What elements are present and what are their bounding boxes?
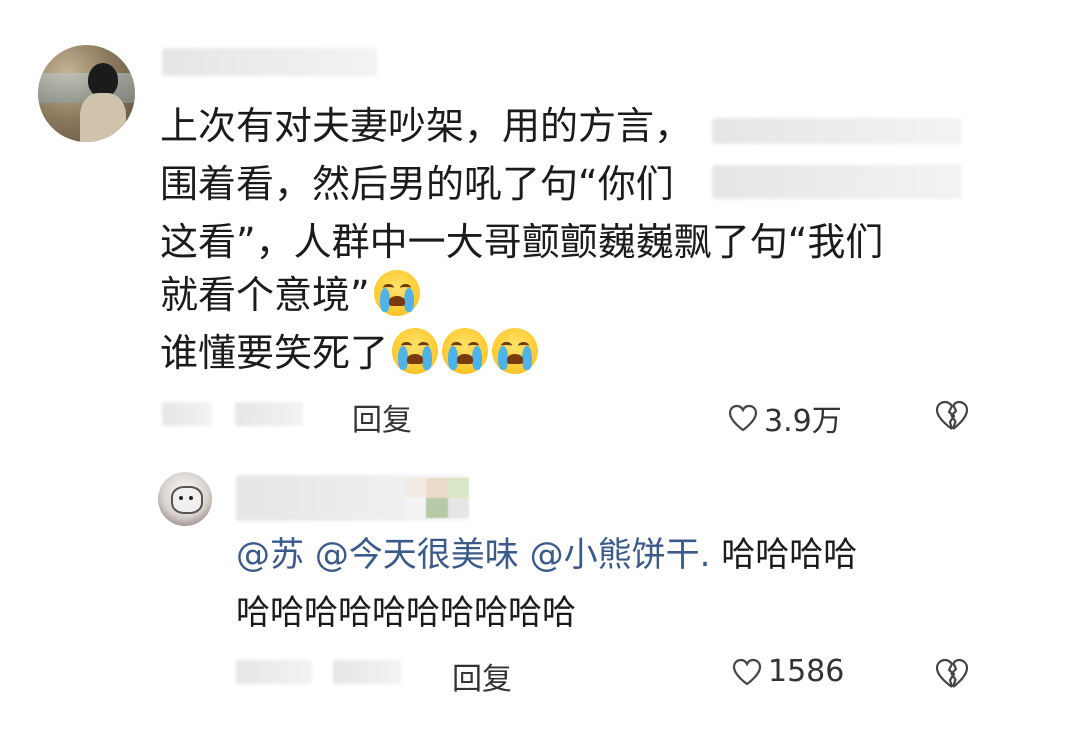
redacted-text-block	[712, 165, 962, 199]
commenter-name-redacted[interactable]	[162, 48, 377, 76]
comment-line-text: 就看个意境”	[160, 273, 370, 317]
commenter-avatar[interactable]	[38, 45, 135, 142]
crying-face-emoji	[373, 270, 420, 316]
like-button[interactable]: 1586	[732, 654, 844, 689]
comment-location-redacted	[235, 402, 303, 426]
avatar-figure-body	[80, 93, 126, 142]
comment-line: 围着看，然后男的吼了句“你们	[160, 162, 674, 206]
reply-line-1: @苏 @今天很美味 @小熊饼干. 哈哈哈哈	[236, 530, 857, 580]
comment-line: 这看”，人群中一大哥颤颤巍巍飘了句“我们	[160, 220, 884, 264]
crying-face-emoji	[392, 328, 439, 374]
broken-heart-icon[interactable]	[934, 400, 970, 432]
replier-avatar[interactable]	[158, 472, 212, 526]
heart-outline-icon	[728, 404, 758, 432]
comment-line-text: 谁懂要笑死了	[160, 331, 389, 375]
like-button[interactable]: 3.9万	[728, 396, 842, 440]
reply-button[interactable]: 回复	[352, 395, 412, 439]
avatar-figure-head	[88, 63, 118, 97]
comment-line: 谁懂要笑死了	[160, 324, 539, 382]
comment-line: 上次有对夫妻吵架，用的方言，	[160, 104, 693, 148]
heart-outline-icon	[732, 658, 762, 685]
crying-face-emoji	[442, 328, 489, 374]
mention-link[interactable]: @今天很美味	[315, 535, 519, 575]
redacted-text-block	[712, 118, 962, 144]
reply-button[interactable]: 回复	[452, 654, 512, 698]
broken-heart-icon[interactable]	[934, 658, 970, 690]
pixelated-badge	[405, 478, 469, 518]
reply-location-redacted	[333, 660, 401, 684]
avatar-figure-face	[171, 486, 203, 514]
comment-line: 就看个意境”	[160, 266, 420, 324]
like-count: 1586	[768, 654, 845, 689]
reply-date-redacted	[236, 660, 312, 684]
mention-link[interactable]: @苏	[236, 535, 304, 575]
comment-date-redacted	[162, 402, 212, 426]
like-count: 3.9万	[764, 404, 842, 439]
reply-text: 哈哈哈哈	[721, 535, 858, 575]
crying-face-emoji	[492, 328, 539, 374]
reply-line-2: 哈哈哈哈哈哈哈哈哈哈	[236, 593, 576, 633]
mention-link[interactable]: @小熊饼干.	[530, 535, 711, 575]
